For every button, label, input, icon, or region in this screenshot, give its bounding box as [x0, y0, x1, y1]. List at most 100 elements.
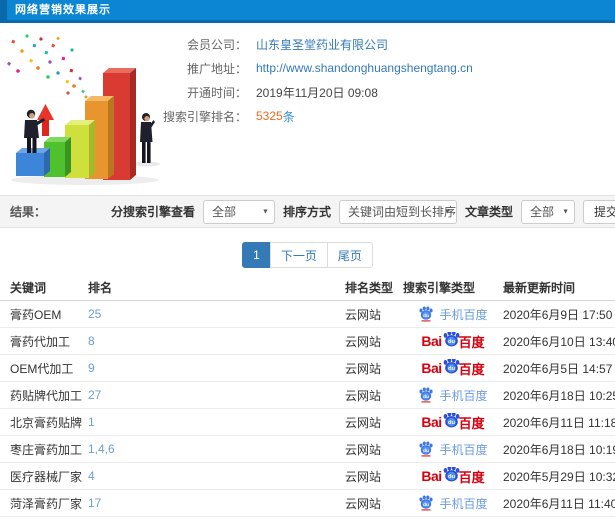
submit-button[interactable]: 提交 — [583, 199, 615, 224]
company-info: 会员公司： 山东皇圣堂药业有限公司 推广地址： http://www.shand… — [135, 33, 473, 127]
updated-cell: 2020年6月18日 10:19 — [503, 442, 615, 457]
table-row: 膏药代加工 8 云网站 Bai du 百度 du 手机百度 2020年6月10日… — [0, 328, 615, 355]
result-label: 结果： — [10, 205, 47, 219]
info-row-open-time: 开通时间： 2019年11月20日 09:08 — [135, 81, 473, 103]
engine-view-select[interactable]: 全部 ▼ — [202, 199, 275, 224]
info-row-rank-count: 搜索引擎排名： 5325 条 — [135, 105, 473, 127]
updated-cell: 2020年5月29日 10:32 — [503, 469, 615, 484]
svg-text:du: du — [448, 366, 456, 372]
table-header-row: 关键词 排名 排名类型 搜索引擎类型 最新更新时间 — [0, 274, 615, 301]
mobile-baidu-paw-icon: du — [419, 305, 434, 322]
mobile-baidu-logo: du 手机百度 — [418, 494, 488, 512]
article-type-select[interactable]: 全部 ▼ — [521, 199, 575, 224]
header-left-edge — [0, 0, 7, 23]
table-row: 枣庄膏药加工 1,4,6 云网站 Bai du 百度 du 手机百度 2020年… — [0, 436, 615, 463]
search-engine-cell: Bai du 百度 du 手机百度 — [403, 440, 503, 458]
up-arrow — [37, 104, 54, 136]
info-section: 会员公司： 山东皇圣堂药业有限公司 推广地址： http://www.shand… — [0, 23, 615, 193]
mobile-baidu-paw-icon: du — [419, 386, 434, 403]
pagination: 1 下一页 尾页 — [0, 238, 615, 272]
svg-text:du: du — [424, 393, 430, 399]
chevron-down-icon: ▼ — [562, 208, 569, 215]
keyword-cell: 北京膏药贴牌 — [10, 415, 83, 430]
search-engine-cell: Bai du 百度 du 手机百度 — [403, 466, 503, 486]
engine-view-selected: 全部 — [211, 205, 236, 219]
mobile-baidu-paw-icon: du — [419, 440, 434, 457]
table-row: 药贴牌代加工 27 云网站 Bai du 百度 du 手机百度 2020年6月1… — [0, 382, 615, 409]
rank-cell[interactable]: 25 — [88, 307, 345, 321]
search-engine-cell: Bai du 百度 du 手机百度 — [403, 386, 503, 404]
chevron-down-icon: ▼ — [262, 208, 269, 215]
rank-cell[interactable]: 4 — [88, 469, 345, 483]
rank-type-cell: 云网站 — [345, 361, 382, 376]
company-label: 会员公司： — [186, 37, 247, 52]
baidu-logo: Bai du 百度 — [421, 358, 485, 378]
engine-view-label: 分搜索引擎查看 — [110, 205, 195, 219]
table-row: OEM代加工 9 云网站 Bai du 百度 du 手机百度 2020年6月5日… — [0, 355, 615, 382]
search-engine-cell: Bai du 百度 du 手机百度 — [403, 494, 503, 512]
open-time-value: 2019年11月20日 09:08 — [256, 85, 378, 100]
keyword-cell: 膏药代加工 — [10, 334, 71, 349]
rank-cell[interactable]: 1,4,6 — [88, 442, 345, 456]
rank-count-number: 5325 — [256, 109, 283, 123]
page-title: 网络营销效果展示 — [15, 4, 111, 16]
chevron-down-icon: ▼ — [444, 208, 451, 215]
svg-text:du: du — [424, 501, 430, 507]
table-row: 北京膏药贴牌 1 云网站 Bai du 百度 du 手机百度 2020年6月11… — [0, 409, 615, 436]
rank-cell[interactable]: 1 — [88, 415, 345, 429]
confetti-dots — [6, 34, 88, 99]
rank-type-cell: 云网站 — [345, 388, 382, 403]
updated-cell: 2020年6月9日 17:50 — [503, 307, 613, 322]
search-engine-cell: Bai du 百度 du 手机百度 — [403, 412, 503, 432]
table-row: 膏药OEM 25 云网站 Bai du 百度 du 手机百度 2020年6月9日… — [0, 301, 615, 328]
baidu-logo: Bai du 百度 — [421, 466, 485, 486]
search-engine-cell: Bai du 百度 du 手机百度 — [403, 358, 503, 378]
mobile-baidu-paw-icon: du — [419, 494, 434, 511]
article-type-selected: 全部 — [530, 205, 555, 219]
rank-count-unit: 条 — [282, 109, 295, 124]
rank-type-cell: 云网站 — [345, 334, 382, 349]
keyword-cell: OEM代加工 — [10, 361, 74, 376]
col-engine-type: 搜索引擎类型 — [403, 280, 476, 295]
updated-cell: 2020年6月11日 11:18 — [503, 415, 615, 430]
rank-type-cell: 云网站 — [345, 469, 382, 484]
mobile-baidu-logo: du 手机百度 — [418, 386, 488, 404]
rank-cell[interactable]: 17 — [88, 496, 345, 510]
svg-text:du: du — [448, 420, 456, 426]
sort-label: 排序方式 — [282, 205, 331, 219]
sort-select[interactable]: 关键词由短到长排序 ▼ — [338, 199, 457, 224]
open-time-label: 开通时间： — [186, 85, 247, 100]
rank-type-cell: 云网站 — [345, 307, 382, 322]
keyword-cell: 药贴牌代加工 — [10, 388, 83, 403]
rank-cell[interactable]: 27 — [88, 388, 345, 402]
baidu-logo: Bai du 百度 — [421, 412, 485, 432]
keyword-cell: 膏药OEM — [10, 307, 62, 322]
info-row-url: 推广地址： http://www.shandonghuangshengtang.… — [135, 57, 473, 79]
rank-type-cell: 云网站 — [345, 415, 382, 430]
updated-cell: 2020年6月11日 11:40 — [503, 496, 615, 511]
mobile-baidu-logo: du 手机百度 — [418, 305, 488, 323]
page-header: 网络营销效果展示 — [0, 0, 615, 23]
next-page-button[interactable]: 下一页 — [269, 242, 328, 268]
col-keyword: 关键词 — [10, 280, 47, 295]
keyword-cell: 枣庄膏药加工 — [10, 442, 83, 457]
promo-url-label: 推广地址： — [186, 61, 247, 76]
svg-text:du: du — [424, 312, 430, 318]
rank-count-label: 搜索引擎排名： — [162, 109, 247, 124]
rank-cell[interactable]: 9 — [88, 361, 345, 375]
col-rank-type: 排名类型 — [345, 280, 394, 295]
last-page-button[interactable]: 尾页 — [326, 242, 373, 268]
mobile-baidu-logo: du 手机百度 — [418, 440, 488, 458]
promo-url-link[interactable]: http://www.shandonghuangshengtang.cn — [256, 61, 473, 75]
filter-bar: 结果： 分搜索引擎查看 全部 ▼ 排序方式 关键词由短到长排序 ▼ 文章类型 全… — [0, 195, 615, 228]
ranking-table: 关键词 排名 排名类型 搜索引擎类型 最新更新时间 膏药OEM 25 云网站 B… — [0, 274, 615, 517]
page-1-button[interactable]: 1 — [242, 242, 271, 268]
search-engine-cell: Bai du 百度 du 手机百度 — [403, 331, 503, 351]
rank-cell[interactable]: 8 — [88, 334, 345, 348]
keyword-cell: 医疗器械厂家 — [10, 469, 83, 484]
filter-controls: 分搜索引擎查看 全部 ▼ 排序方式 关键词由短到长排序 ▼ 文章类型 全部 ▼ … — [110, 199, 615, 224]
company-link[interactable]: 山东皇圣堂药业有限公司 — [256, 36, 388, 53]
rank-type-cell: 云网站 — [345, 496, 382, 511]
info-row-company: 会员公司： 山东皇圣堂药业有限公司 — [135, 33, 473, 55]
updated-cell: 2020年6月18日 10:25 — [503, 388, 615, 403]
